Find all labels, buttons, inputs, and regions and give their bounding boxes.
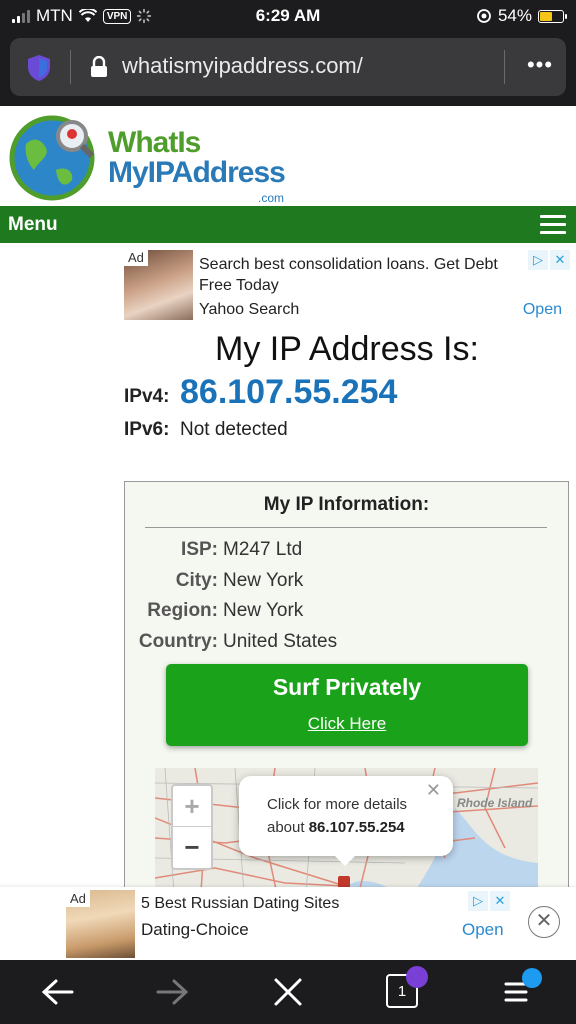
info-value: M247 Ltd — [223, 539, 303, 560]
stop-close-icon[interactable] — [266, 972, 310, 1012]
popup-close-icon[interactable]: ✕ — [426, 780, 441, 801]
ad-open-button[interactable]: Open — [462, 920, 504, 940]
info-value: New York — [223, 600, 304, 621]
ad-close-icon[interactable]: ✕ — [550, 250, 570, 270]
notification-dot — [522, 968, 542, 988]
info-value: United States — [223, 631, 338, 652]
info-key: City: — [175, 570, 218, 591]
ad-headline[interactable]: Search best consolidation loans. Get Deb… — [199, 254, 529, 296]
private-mask-icon — [406, 966, 428, 988]
address-bar[interactable]: whatismyipaddress.com/ ••• — [10, 38, 566, 96]
ipv4-value[interactable]: 86.107.55.254 — [180, 373, 397, 412]
zoom-in-button[interactable]: + — [173, 786, 211, 827]
info-divider — [145, 527, 547, 528]
popup-line-1: Click for more details — [267, 796, 408, 813]
location-map[interactable]: Rhode Island + − Click for more details … — [155, 768, 538, 900]
info-key: Region: — [147, 600, 218, 621]
info-row-isp: ISP: M247 Ltd — [125, 539, 568, 567]
bottom-ad-banner[interactable]: Ad 5 Best Russian Dating Sites Dating-Ch… — [0, 887, 576, 960]
popup-ip: 86.107.55.254 — [308, 819, 405, 836]
browser-bottom-toolbar: 1 — [0, 960, 576, 1024]
ip-heading: My IP Address Is: — [215, 330, 479, 368]
forward-arrow-icon[interactable] — [150, 972, 194, 1012]
info-title: My IP Information: — [263, 494, 430, 515]
site-header: WhatIs MyIPAddress .com — [0, 106, 576, 206]
ipv4-label: IPv4: — [124, 386, 170, 407]
ad-headline[interactable]: 5 Best Russian Dating Sites — [141, 895, 339, 913]
ad-source: Dating-Choice — [141, 920, 249, 939]
top-ad-banner[interactable]: Ad Search best consolidation loans. Get … — [124, 249, 570, 323]
surf-privately-button[interactable]: Surf Privately Click Here — [166, 664, 528, 746]
info-row-country: Country: United States — [125, 631, 568, 659]
ipv6-label: IPv6: — [124, 419, 170, 440]
ad-tag: Ad — [124, 249, 148, 266]
logo-line-1: WhatIs — [108, 126, 201, 159]
url-text[interactable]: whatismyipaddress.com/ — [122, 53, 363, 79]
ipv6-value: Not detected — [180, 419, 288, 440]
status-bar: MTN VPN 6:29 AM 54% — [0, 0, 576, 32]
globe-logo-icon[interactable] — [8, 110, 100, 202]
adchoices-icon[interactable]: ▷ — [468, 891, 488, 911]
map-label-rhode-island: Rhode Island — [457, 796, 533, 810]
info-key: Country: — [138, 631, 218, 652]
ip-information-box: My IP Information: ISP: M247 Ltd City: N… — [124, 481, 569, 901]
info-row-region: Region: New York — [125, 600, 568, 628]
close-ad-icon[interactable]: ✕ — [528, 906, 560, 938]
info-row-city: City: New York — [125, 570, 568, 598]
lock-icon — [91, 56, 107, 77]
ad-close-icon[interactable]: ✕ — [490, 891, 510, 911]
info-value: New York — [223, 570, 304, 591]
battery-percent: 54% — [497, 6, 532, 25]
status-right: 54% — [476, 6, 567, 26]
adchoices-icon[interactable]: ▷ — [528, 250, 548, 270]
ad-source: Yahoo Search — [199, 301, 300, 318]
info-key: ISP: — [181, 539, 218, 560]
ad-open-button[interactable]: Open — [523, 301, 562, 319]
address-separator — [70, 50, 71, 84]
map-zoom-control[interactable]: + − — [171, 784, 213, 870]
back-arrow-icon[interactable] — [36, 972, 80, 1012]
surf-title[interactable]: Surf Privately — [166, 674, 528, 701]
address-separator — [504, 50, 505, 84]
surf-click-here-link[interactable]: Click Here — [166, 714, 528, 734]
orientation-lock-icon — [477, 9, 491, 23]
menu-bar[interactable]: Menu — [0, 206, 576, 243]
map-popup[interactable]: Click for more details about 86.107.55.2… — [239, 776, 453, 866]
browser-toolbar: whatismyipaddress.com/ ••• — [0, 32, 576, 106]
ad-choices[interactable]: ▷ ✕ — [528, 250, 570, 270]
more-icon[interactable]: ••• — [520, 50, 560, 84]
site-logo-text[interactable]: WhatIs MyIPAddress .com — [108, 126, 286, 206]
menu-label[interactable]: Menu — [8, 214, 58, 236]
popup-about: about — [267, 819, 305, 836]
shield-icon[interactable] — [26, 54, 52, 82]
battery-icon — [538, 9, 567, 23]
zoom-out-button[interactable]: − — [173, 827, 211, 868]
hamburger-icon[interactable] — [540, 215, 566, 235]
ad-choices[interactable]: ▷ ✕ — [468, 891, 510, 911]
popup-line-2: about 86.107.55.254 — [267, 819, 405, 836]
ad-tag: Ad — [66, 890, 90, 907]
